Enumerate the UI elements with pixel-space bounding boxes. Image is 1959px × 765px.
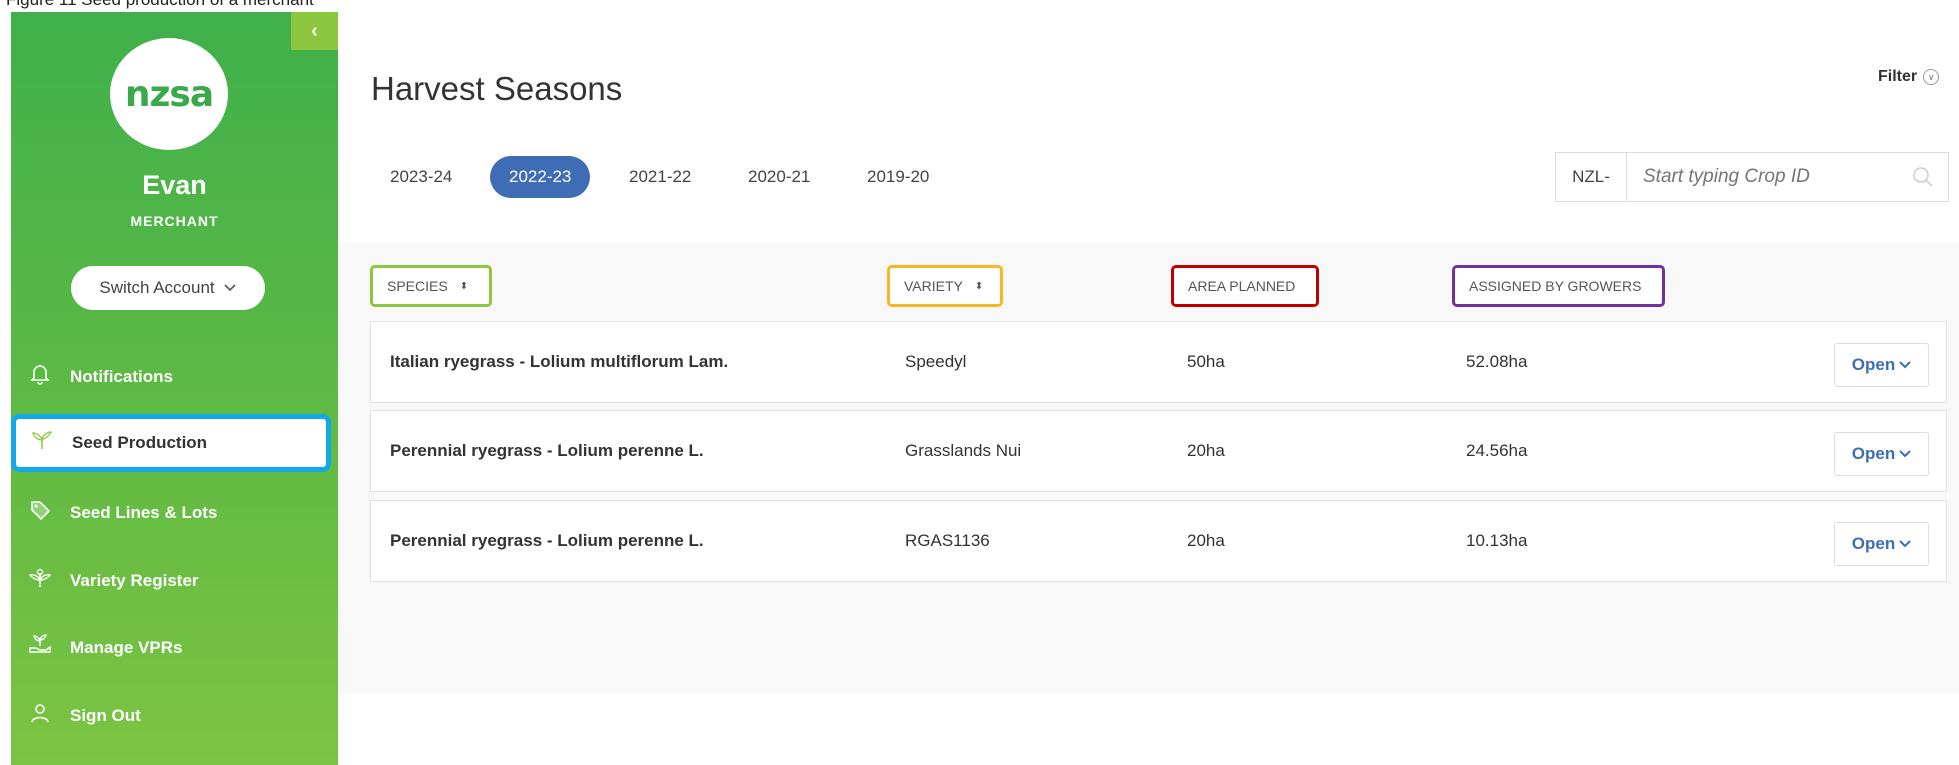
chevron-left-icon: ‹: [311, 19, 318, 42]
sidebar-item-label: Variety Register: [70, 571, 199, 590]
column-header-area-planned: AREA PLANNED: [1171, 265, 1319, 307]
assigned-cell: 24.56ha: [1466, 441, 1528, 460]
sidebar-item-label: Seed Lines & Lots: [70, 503, 218, 522]
column-header-species[interactable]: SPECIES ⬍: [370, 265, 492, 307]
column-label: SPECIES: [387, 278, 448, 294]
hand-plant-icon: [26, 634, 54, 662]
tab-2022-23[interactable]: 2022-23: [490, 156, 591, 198]
plant-icon: [26, 568, 54, 594]
open-button[interactable]: Open: [1834, 522, 1929, 566]
assigned-cell: 10.13ha: [1466, 531, 1528, 550]
sprout-icon: [28, 430, 56, 456]
assigned-cell: 52.08ha: [1466, 352, 1528, 371]
open-label: Open: [1851, 444, 1896, 463]
sidebar-item-seed-production[interactable]: Seed Production: [11, 414, 331, 472]
open-label: Open: [1851, 534, 1896, 553]
open-button[interactable]: Open: [1834, 432, 1929, 476]
crop-id-input[interactable]: [1627, 153, 1898, 201]
sidebar-item-manage-vprs[interactable]: Manage VPRs: [11, 620, 338, 676]
tab-2020-21[interactable]: 2020-21: [729, 156, 829, 198]
variety-cell: Grasslands Nui: [905, 441, 1022, 460]
user-icon: [26, 703, 54, 729]
table-row: Perennial ryegrass - Lolium perenne L. G…: [370, 410, 1947, 492]
column-header-assigned-by-growers: ASSIGNED BY GROWERS: [1452, 265, 1665, 307]
sidebar-item-sign-out[interactable]: Sign Out: [11, 688, 338, 744]
table-row: Perennial ryegrass - Lolium perenne L. R…: [370, 500, 1947, 582]
species-cell: Italian ryegrass - Lolium multiflorum La…: [390, 352, 729, 371]
table-row: Italian ryegrass - Lolium multiflorum La…: [370, 321, 1947, 403]
search-icon[interactable]: [1898, 153, 1948, 201]
sidebar-item-label: Manage VPRs: [70, 638, 183, 657]
chevron-down-icon: [224, 284, 236, 292]
sidebar-item-variety-register[interactable]: Variety Register: [11, 553, 338, 609]
filter-label: Filter: [1878, 68, 1918, 85]
user-name: Evan: [142, 170, 207, 200]
chevron-down-icon: [1899, 540, 1911, 548]
area-planned-cell: 50ha: [1187, 352, 1225, 371]
column-label: ASSIGNED BY GROWERS: [1469, 278, 1642, 294]
tag-icon: [26, 499, 54, 527]
column-label: AREA PLANNED: [1188, 278, 1296, 294]
user-role: MERCHANT: [130, 213, 219, 229]
logo: nzsa: [110, 38, 228, 150]
sort-icon: ⬍: [974, 280, 984, 292]
page-title: Harvest Seasons: [371, 70, 623, 107]
bell-icon: [26, 363, 54, 391]
crop-id-prefix: NZL-: [1556, 153, 1627, 201]
crop-id-search: NZL-: [1555, 152, 1949, 202]
area-planned-cell: 20ha: [1187, 441, 1225, 460]
chevron-down-icon: [1899, 361, 1911, 369]
species-cell: Perennial ryegrass - Lolium perenne L.: [390, 531, 704, 550]
chevron-down-icon: ∨: [1923, 68, 1940, 85]
tab-2019-20[interactable]: 2019-20: [848, 156, 948, 198]
chevron-down-icon: [1899, 450, 1911, 458]
logo-text: nzsa: [124, 73, 214, 115]
sidebar-item-seed-lines-lots[interactable]: Seed Lines & Lots: [11, 485, 338, 541]
open-label: Open: [1851, 355, 1896, 374]
sidebar-item-label: Notifications: [70, 367, 173, 386]
open-button[interactable]: Open: [1834, 343, 1929, 387]
tab-2021-22[interactable]: 2021-22: [610, 156, 710, 198]
tab-2023-24[interactable]: 2023-24: [371, 156, 471, 198]
variety-cell: RGAS1136: [905, 531, 990, 550]
sidebar-item-label: Seed Production: [72, 433, 208, 452]
sort-icon: ⬍: [459, 280, 469, 292]
figure-caption: Figure 11 Seed production of a merchant: [6, 0, 314, 10]
switch-account-label: Switch Account: [99, 278, 215, 297]
column-header-variety[interactable]: VARIETY ⬍: [887, 265, 1003, 307]
sidebar-item-notifications[interactable]: Notifications: [11, 349, 338, 405]
area-planned-cell: 20ha: [1187, 531, 1225, 550]
species-cell: Perennial ryegrass - Lolium perenne L.: [390, 441, 704, 460]
filter-button[interactable]: Filter ∨: [1878, 68, 1940, 86]
collapse-sidebar-button[interactable]: ‹: [291, 12, 338, 50]
switch-account-button[interactable]: Switch Account: [71, 266, 265, 310]
column-label: VARIETY: [904, 278, 963, 294]
variety-cell: Speedyl: [905, 352, 967, 371]
sidebar-item-label: Sign Out: [70, 706, 141, 725]
